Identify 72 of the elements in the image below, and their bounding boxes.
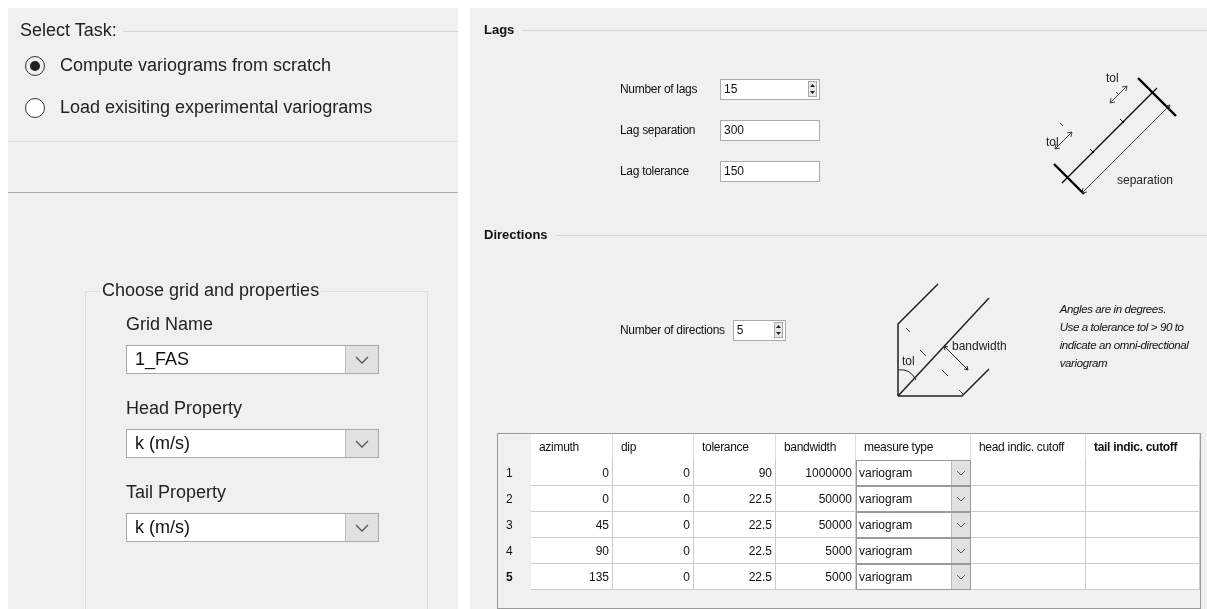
row-header[interactable]: 3 — [498, 512, 531, 538]
column-header[interactable]: head indic. cutoff — [971, 434, 1086, 460]
section-title: Directions — [484, 227, 549, 243]
table-cell: 22.5 — [694, 538, 776, 564]
table-cell: 0 — [531, 460, 613, 486]
table-cell: 50000 — [776, 486, 856, 512]
column-header[interactable]: azimuth — [531, 434, 613, 460]
note-text: Angles are in degrees. — [1059, 301, 1167, 317]
chevron-down-icon — [956, 496, 966, 502]
chevron-down-icon — [956, 548, 966, 554]
radio-label[interactable]: Compute variograms from scratch — [60, 55, 332, 76]
chevron-down-icon — [956, 522, 966, 528]
section-title: Lags — [484, 21, 516, 37]
row-header[interactable]: 1 — [498, 460, 531, 486]
number-spinner[interactable]: 5 — [732, 319, 786, 341]
input-field[interactable]: 150 — [720, 160, 820, 182]
row-header[interactable]: 4 — [498, 538, 531, 564]
note-text: Use a tolerance tol > 90 to — [1059, 319, 1185, 335]
table-cell: 22.5 — [694, 486, 776, 512]
table-cell: 50000 — [776, 512, 856, 538]
column-header[interactable]: tolerance — [694, 434, 776, 460]
table-corner — [498, 434, 531, 460]
input-field[interactable]: 300 — [720, 119, 820, 141]
direction-diagram-drawing: tol bandwidth — [895, 277, 1046, 398]
dropdown[interactable]: 1_FAS — [126, 345, 379, 374]
field-label: Number of lags — [620, 82, 699, 97]
chevron-down-icon — [355, 523, 369, 532]
table-cell: 0 — [613, 538, 694, 564]
column-header[interactable]: tail indic. cutoff — [1086, 434, 1200, 460]
table-cell: 0 — [613, 512, 694, 538]
table-cell: 0 — [531, 486, 613, 512]
chevron-down-icon — [355, 439, 369, 448]
dropdown[interactable]: variogram — [856, 564, 971, 590]
dropdown[interactable]: variogram — [856, 512, 971, 538]
spinner-arrows-icon — [773, 322, 783, 339]
dropdown[interactable]: k (m/s) — [126, 513, 379, 542]
row-header[interactable]: 2 — [498, 486, 531, 512]
lag-diagram-drawing: tol tol separation — [1042, 70, 1192, 206]
table-cell: 22.5 — [694, 512, 776, 538]
column-header[interactable]: measure type — [856, 434, 971, 460]
chevron-down-icon — [355, 355, 369, 364]
field-label: Lag separation — [620, 123, 697, 138]
radio-button[interactable] — [25, 55, 45, 76]
chevron-down-icon — [956, 470, 966, 476]
table-cell: 0 — [613, 460, 694, 486]
spinner-arrows-icon — [808, 81, 817, 98]
radio-label[interactable]: Load exisiting experimental variograms — [60, 97, 373, 118]
table-cell: 1000000 — [776, 460, 856, 486]
table-cell: 45 — [531, 512, 613, 538]
dropdown[interactable]: k (m/s) — [126, 429, 379, 458]
dropdown[interactable]: variogram — [856, 486, 971, 512]
table-cell: 90 — [531, 538, 613, 564]
dropdown[interactable]: variogram — [856, 460, 971, 486]
field-label: Number of directions — [620, 323, 725, 338]
group-title: Select Task: — [20, 20, 118, 41]
chevron-down-icon — [956, 574, 966, 580]
column-header[interactable]: dip — [613, 434, 694, 460]
table-cell: 5000 — [776, 538, 856, 564]
field-label: Grid Name — [126, 314, 215, 335]
field-label: Head Property — [126, 398, 244, 419]
row-header[interactable]: 5 — [498, 564, 531, 590]
radio-button[interactable] — [25, 97, 45, 118]
note-text: indicate an omni-directional — [1059, 337, 1189, 353]
column-header[interactable]: bandwidth — [776, 434, 856, 460]
field-label: Tail Property — [126, 482, 228, 503]
group-title: Choose grid and properties — [100, 280, 322, 301]
field-label: Lag tolerance — [620, 164, 690, 179]
number-spinner[interactable]: 15 — [720, 78, 820, 100]
note-text: variogram — [1059, 355, 1109, 371]
dropdown[interactable]: variogram — [856, 538, 971, 564]
table-cell: 0 — [613, 486, 694, 512]
table-cell: 90 — [694, 460, 776, 486]
